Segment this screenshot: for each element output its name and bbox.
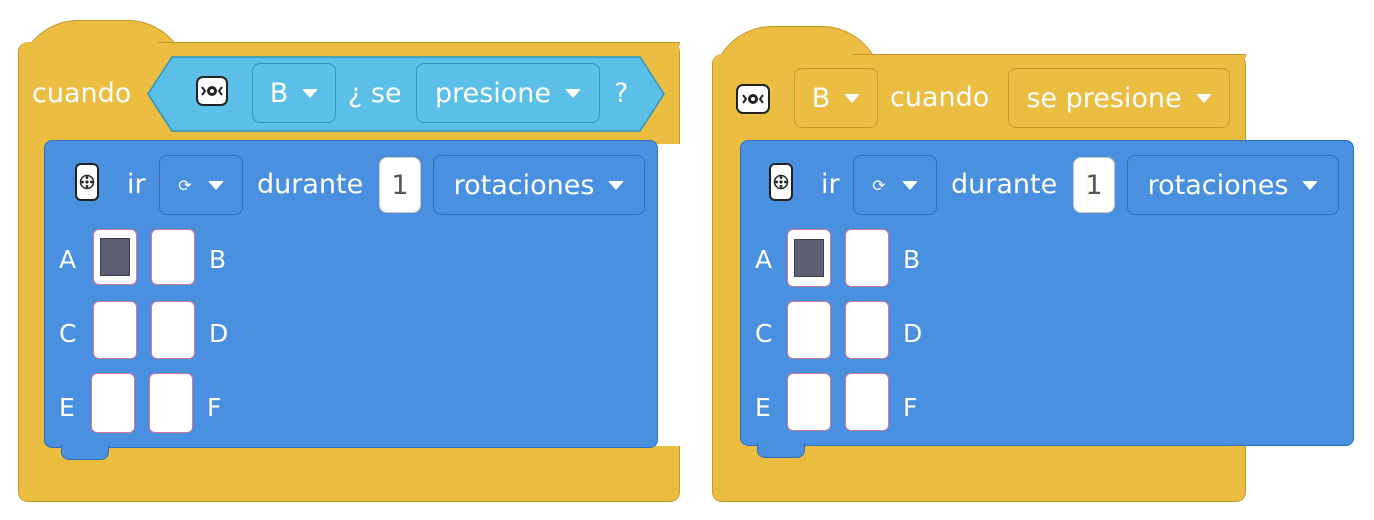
port-label-f: F [207,393,222,422]
port-e-checkbox[interactable] [787,373,831,431]
port-c-checkbox[interactable] [93,301,137,359]
port-label-c: C [755,319,773,348]
port-label-d: D [903,319,923,348]
port-c-checkbox[interactable] [787,301,831,359]
motor-device-icon [75,163,99,201]
button-device-icon [736,84,770,114]
chevron-down-icon [1195,93,1212,103]
direction-dropdown[interactable]: ⟳ [159,155,243,215]
port-label-b: B [209,245,227,274]
event-footer [18,446,680,502]
port-selected-fill [100,238,130,276]
motor-block[interactable]: ir ⟳ durante 1 rotaciones A B C D E F [740,140,1354,458]
port-label-a: A [755,245,773,274]
chevron-down-icon [207,180,224,190]
port-b-checkbox[interactable] [845,229,889,287]
chevron-down-icon [901,180,918,190]
port-a-checkbox[interactable] [93,229,137,285]
motor-block[interactable]: ir ⟳ durante 1 rotaciones A B C D E F [44,140,658,460]
amount-input[interactable]: 1 [1073,157,1115,213]
event-block-2[interactable]: B cuando se presione ir ⟳ durante 1 rota… [712,26,1354,502]
port-dropdown[interactable]: B [252,63,336,123]
amount-input[interactable]: 1 [379,157,421,213]
rotate-cw-icon: ⟳ [872,175,886,195]
when-label: cuando [890,82,990,113]
when-label: cuando [32,78,132,109]
port-d-checkbox[interactable] [845,301,889,359]
port-e-checkbox[interactable] [91,373,135,433]
port-a-checkbox[interactable] [787,229,831,287]
unit-dropdown[interactable]: rotaciones [1127,155,1339,215]
event-block-1[interactable]: cuando B ¿ se presione ? ir ⟳ durante 1 … [18,20,680,502]
direction-dropdown[interactable]: ⟳ [853,155,937,215]
go-label: ir [127,169,146,200]
port-d-checkbox[interactable] [151,301,195,359]
chevron-down-icon [1302,180,1319,190]
question-suffix: ? [614,78,629,109]
motor-device-icon [769,163,793,201]
port-dropdown[interactable]: B [794,68,878,128]
for-label: durante [257,169,364,200]
port-label-b: B [903,245,921,274]
chevron-down-icon [565,88,582,98]
port-label-e: E [59,393,75,422]
rotate-cw-icon: ⟳ [178,175,192,195]
event-dropdown[interactable]: se presione [1008,68,1230,128]
question-prefix: ¿ se [348,78,402,109]
chevron-down-icon [608,180,625,190]
port-f-checkbox[interactable] [149,373,193,433]
port-label-c: C [59,319,77,348]
port-label-e: E [755,393,771,422]
button-device-icon [196,76,228,106]
connector-tab [757,443,805,458]
unit-dropdown[interactable]: rotaciones [433,155,645,215]
for-label: durante [951,169,1058,200]
port-f-checkbox[interactable] [845,373,889,431]
go-label: ir [821,169,840,200]
chevron-down-icon [302,88,319,98]
port-label-a: A [59,245,77,274]
port-selected-fill [794,239,824,277]
port-label-d: D [209,319,229,348]
connector-tab [61,445,109,460]
chevron-down-icon [844,93,861,103]
event-dropdown[interactable]: presione [416,63,600,123]
port-label-f: F [903,393,918,422]
port-b-checkbox[interactable] [151,229,195,285]
